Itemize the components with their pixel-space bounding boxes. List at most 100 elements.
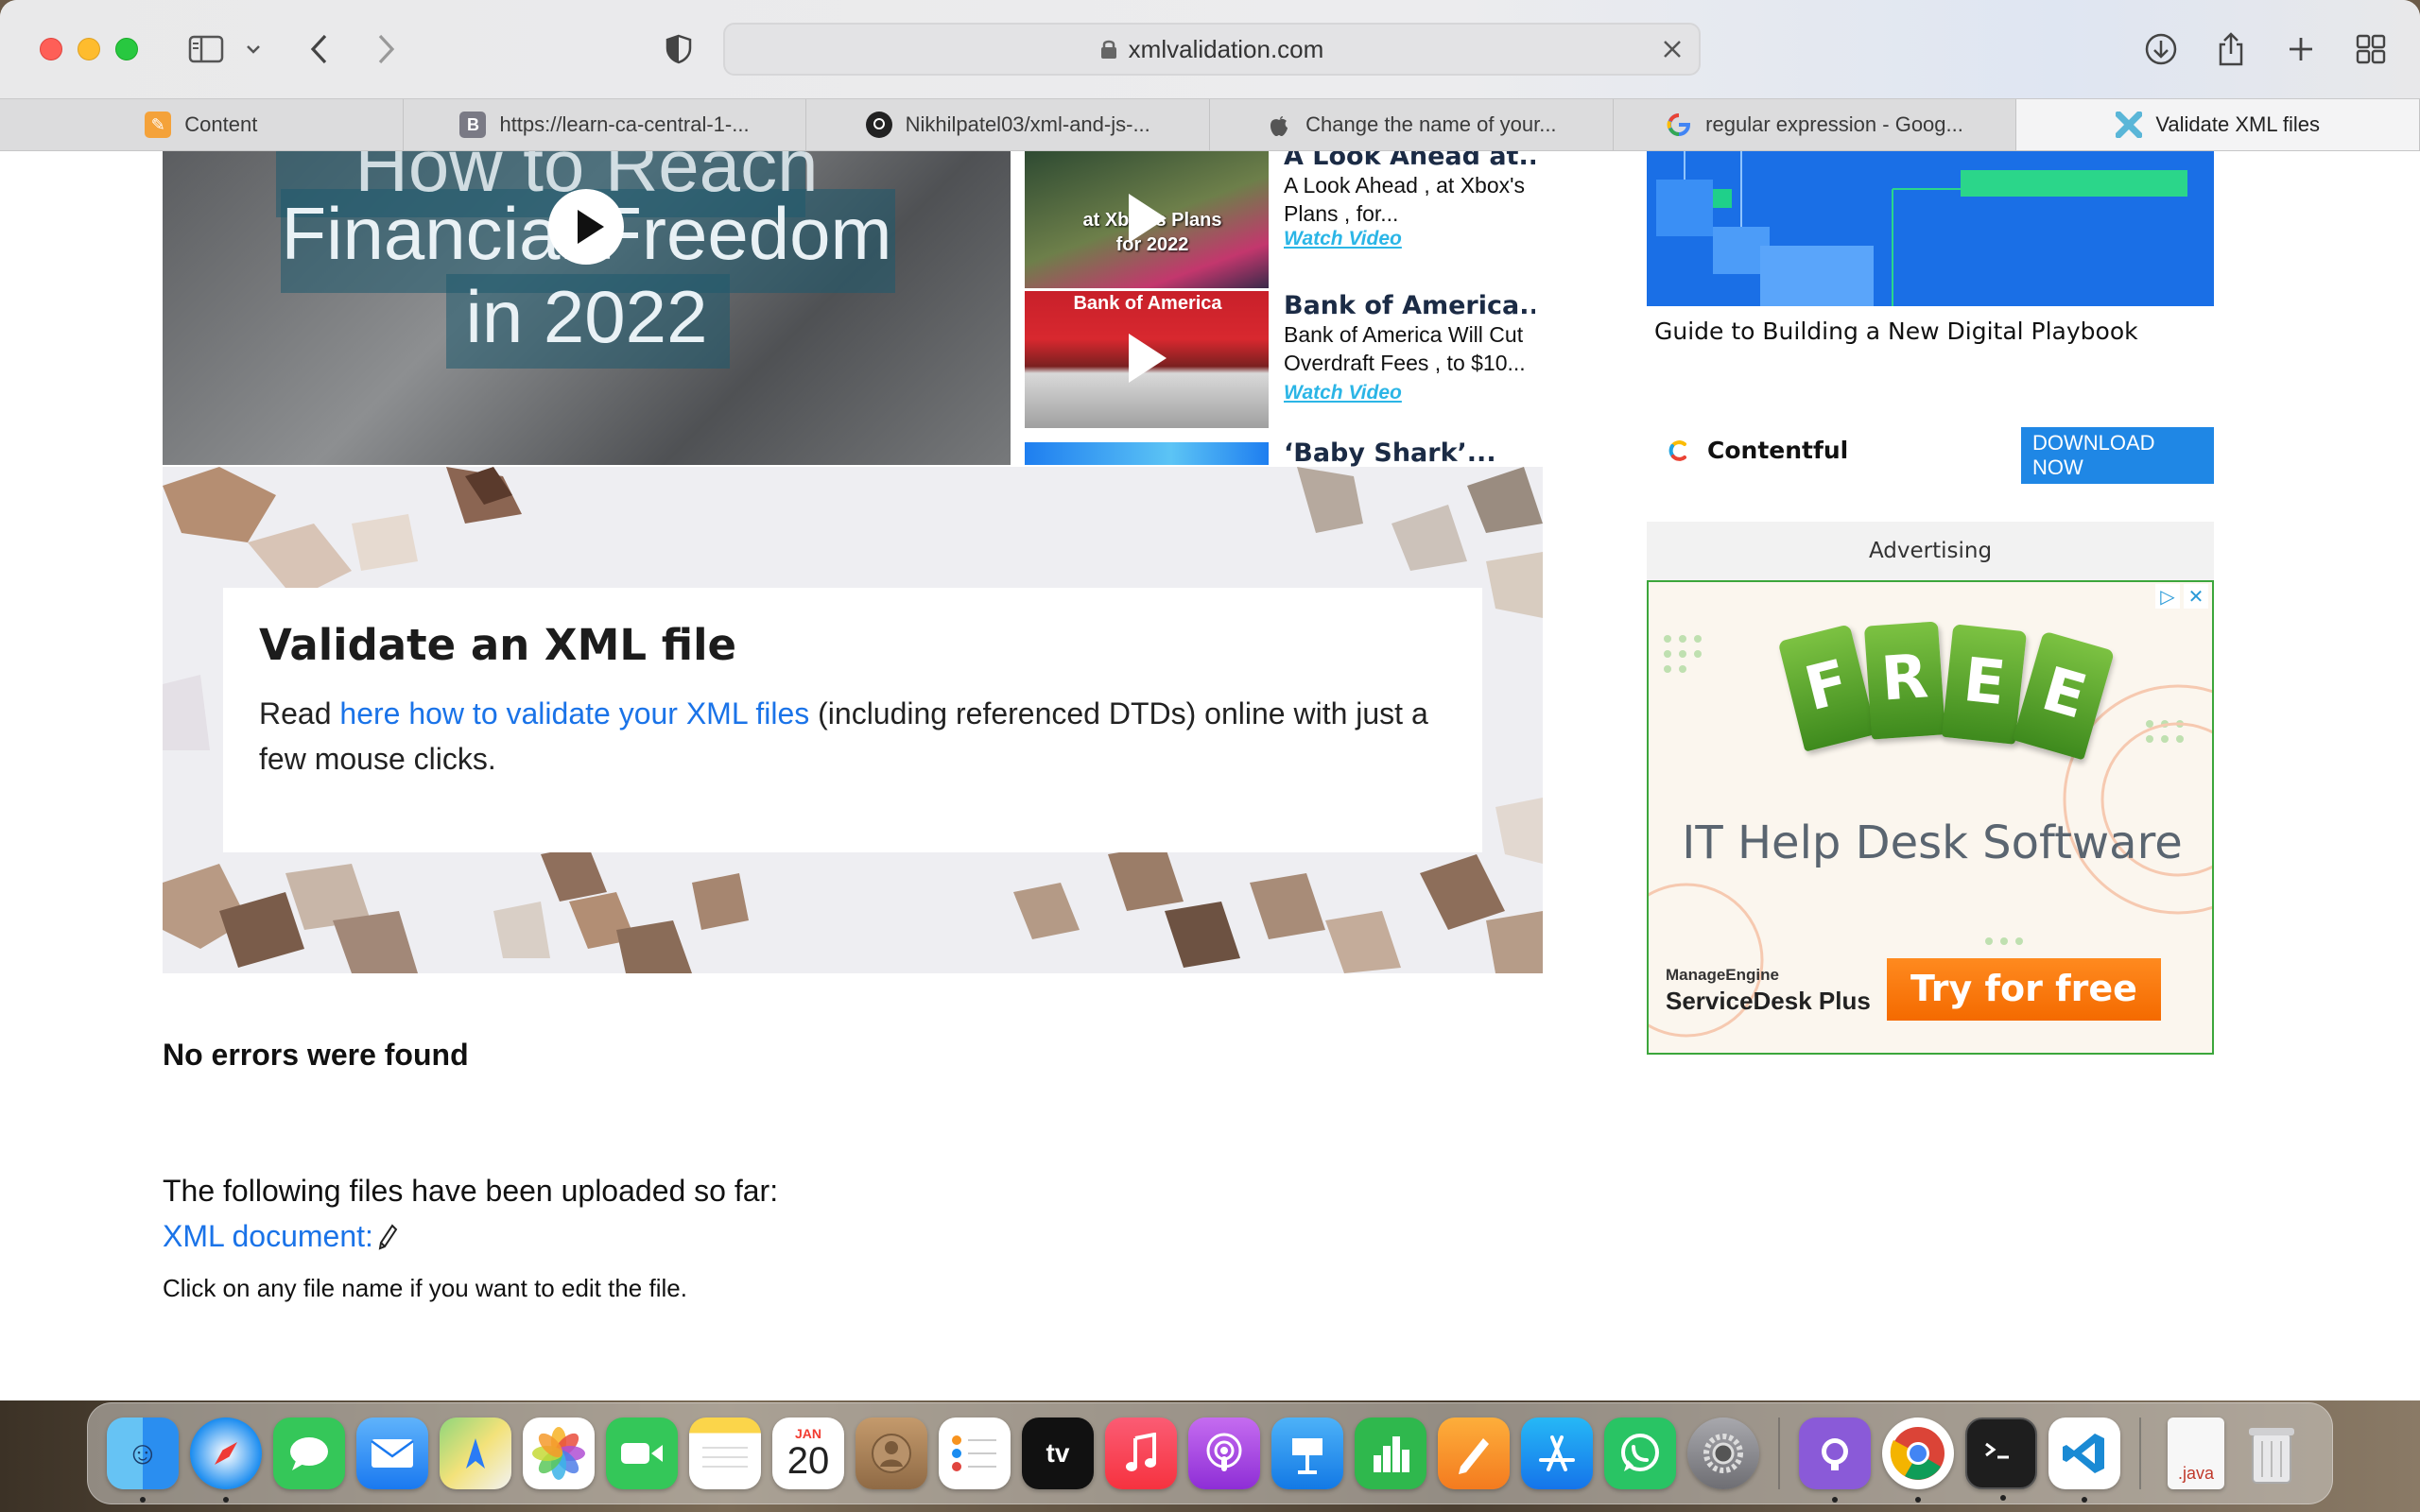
system-preferences-icon[interactable] bbox=[1687, 1418, 1759, 1489]
video-title-line3: in 2022 bbox=[465, 275, 708, 358]
validation-status: No errors were found bbox=[163, 1038, 469, 1072]
tab-label: Content bbox=[184, 112, 258, 136]
github-desktop-icon[interactable] bbox=[1799, 1418, 1871, 1503]
download-now-button[interactable]: DOWNLOAD NOW bbox=[2021, 427, 2214, 484]
maps-icon[interactable] bbox=[440, 1418, 511, 1489]
edit-pencil-icon[interactable] bbox=[377, 1223, 398, 1250]
clear-url-icon[interactable] bbox=[1659, 36, 1685, 62]
tab-label: Validate XML files bbox=[2155, 112, 2321, 136]
contentful-logo-icon bbox=[1668, 439, 1686, 461]
contentful-ad-image[interactable] bbox=[1647, 151, 2214, 306]
video-info: ‘Baby Shark’... bbox=[1284, 438, 1535, 468]
brand-name: Contentful bbox=[1707, 437, 1849, 464]
ad-close-icon[interactable]: ✕ bbox=[2184, 584, 2208, 609]
tab-github[interactable]: Nikhilpatel03/xml-and-js-... bbox=[806, 99, 1211, 150]
forward-arrow-icon[interactable] bbox=[369, 26, 403, 72]
try-for-free-button[interactable]: Try for free bbox=[1887, 958, 2161, 1021]
zoom-window-button[interactable] bbox=[115, 38, 138, 60]
reminders-icon[interactable] bbox=[939, 1418, 1011, 1489]
video-title[interactable]: Bank of America... bbox=[1284, 291, 1535, 320]
minimize-window-button[interactable] bbox=[78, 38, 100, 60]
contentful-brand[interactable]: Contentful bbox=[1668, 437, 1848, 464]
video-list-item[interactable]: at Xbox's Plans for 2022 A Look Ahead at… bbox=[1025, 151, 1535, 288]
tv-label: tv bbox=[1046, 1438, 1070, 1468]
chrome-icon[interactable] bbox=[1882, 1418, 1954, 1503]
ad-choices[interactable]: ▷ ✕ bbox=[2155, 584, 2208, 609]
free-tag-letter: E bbox=[1941, 624, 2028, 745]
music-icon[interactable] bbox=[1105, 1418, 1177, 1489]
xml-document-link[interactable]: XML document: bbox=[163, 1219, 373, 1254]
video-description: A Look Ahead , at Xbox's Plans , for... bbox=[1284, 173, 1526, 226]
helpdesk-ad[interactable]: ▷ ✕ F R E E IT Help Desk Software Manage… bbox=[1647, 580, 2214, 1055]
apple-tv-icon[interactable]: tv bbox=[1022, 1418, 1094, 1489]
ad-heading: IT Help Desk Software bbox=[1682, 816, 2183, 869]
app-store-icon[interactable] bbox=[1521, 1418, 1593, 1489]
tab-label: Nikhilpatel03/xml-and-js-... bbox=[905, 112, 1150, 136]
back-arrow-icon[interactable] bbox=[302, 26, 337, 72]
numbers-icon[interactable] bbox=[1355, 1418, 1426, 1489]
edit-hint: Click on any file name if you want to ed… bbox=[163, 1274, 687, 1302]
url-text: xmlvalidation.com bbox=[1128, 34, 1324, 63]
ad-info-icon[interactable]: ▷ bbox=[2155, 584, 2180, 609]
video-list-item[interactable]: Bank of America Bank of America... Bank … bbox=[1025, 291, 1535, 428]
how-to-validate-link[interactable]: here how to validate your XML files bbox=[339, 696, 809, 730]
messages-icon[interactable] bbox=[273, 1418, 345, 1489]
watch-video-link[interactable]: Watch Video bbox=[1284, 382, 1402, 404]
play-icon[interactable] bbox=[1129, 334, 1167, 383]
xml-document-link-row[interactable]: XML document: bbox=[163, 1219, 398, 1254]
terminal-icon[interactable] bbox=[1965, 1418, 2037, 1501]
tab-content[interactable]: ✎ Content bbox=[0, 99, 404, 150]
safari-icon[interactable] bbox=[190, 1418, 262, 1503]
github-icon bbox=[865, 112, 892, 138]
lock-icon bbox=[1100, 40, 1116, 59]
tab-learn-ca[interactable]: B https://learn-ca-central-1-... bbox=[404, 99, 807, 150]
photos-icon[interactable] bbox=[523, 1418, 595, 1489]
notes-icon[interactable] bbox=[689, 1418, 761, 1489]
advertising-label: Advertising bbox=[1647, 522, 2214, 580]
browser-window: xmlvalidation.com ✎ Content B https://le… bbox=[0, 0, 2420, 1400]
share-icon[interactable] bbox=[2210, 26, 2252, 72]
whatsapp-icon[interactable] bbox=[1604, 1418, 1676, 1489]
dock-separator bbox=[1778, 1418, 1780, 1489]
running-indicator bbox=[140, 1497, 146, 1503]
vscode-icon[interactable] bbox=[2048, 1418, 2120, 1503]
tab-google[interactable]: regular expression - Goog... bbox=[1614, 99, 2017, 150]
facetime-icon[interactable] bbox=[606, 1418, 678, 1489]
contacts-icon[interactable] bbox=[856, 1418, 927, 1489]
featured-video[interactable]: How to Reach Financial Freedom in 2022 bbox=[163, 151, 1011, 465]
xml-x-icon bbox=[2116, 112, 2143, 138]
apple-icon bbox=[1266, 112, 1292, 138]
new-tab-icon[interactable] bbox=[2280, 26, 2322, 72]
mail-icon[interactable] bbox=[356, 1418, 428, 1489]
address-bar[interactable]: xmlvalidation.com bbox=[723, 23, 1701, 76]
hero-card: Validate an XML file Read here how to va… bbox=[223, 588, 1482, 852]
watch-video-link[interactable]: Watch Video bbox=[1284, 228, 1535, 250]
tab-validate-xml[interactable]: Validate XML files bbox=[2016, 99, 2420, 150]
java-file-icon[interactable]: .java bbox=[2168, 1418, 2224, 1489]
video-title[interactable]: ‘Baby Shark’... bbox=[1284, 438, 1535, 468]
calendar-icon[interactable]: JAN 20 bbox=[772, 1418, 844, 1489]
keynote-icon[interactable] bbox=[1271, 1418, 1343, 1489]
tab-bar: ✎ Content B https://learn-ca-central-1-.… bbox=[0, 98, 2420, 151]
pages-icon[interactable] bbox=[1438, 1418, 1510, 1489]
finder-icon[interactable]: ☺ bbox=[107, 1418, 179, 1503]
close-window-button[interactable] bbox=[40, 38, 62, 60]
chevron-down-icon[interactable] bbox=[242, 26, 265, 72]
video-thumbnail: Bank of America bbox=[1025, 291, 1269, 428]
free-tag-letter: R bbox=[1863, 621, 1946, 740]
ad-product-name: ServiceDesk Plus bbox=[1666, 987, 1871, 1015]
tab-apple[interactable]: Change the name of your... bbox=[1210, 99, 1614, 150]
hero-text: Read here how to validate your XML files… bbox=[259, 691, 1446, 782]
sidebar-toggle-icon[interactable] bbox=[185, 26, 227, 72]
video-title[interactable]: A Look Ahead at... bbox=[1284, 151, 1535, 171]
podcasts-icon[interactable] bbox=[1188, 1418, 1260, 1489]
downloads-icon[interactable] bbox=[2140, 26, 2182, 72]
trash-icon[interactable] bbox=[2236, 1418, 2308, 1489]
privacy-shield-icon[interactable] bbox=[662, 26, 696, 72]
play-icon[interactable] bbox=[1129, 194, 1167, 243]
video-thumbnail bbox=[1025, 442, 1269, 465]
hero-heading: Validate an XML file bbox=[259, 620, 737, 670]
ad-caption[interactable]: Guide to Building a New Digital Playbook bbox=[1654, 318, 2138, 345]
tab-overview-icon[interactable] bbox=[2350, 26, 2392, 72]
play-icon[interactable] bbox=[548, 189, 624, 265]
